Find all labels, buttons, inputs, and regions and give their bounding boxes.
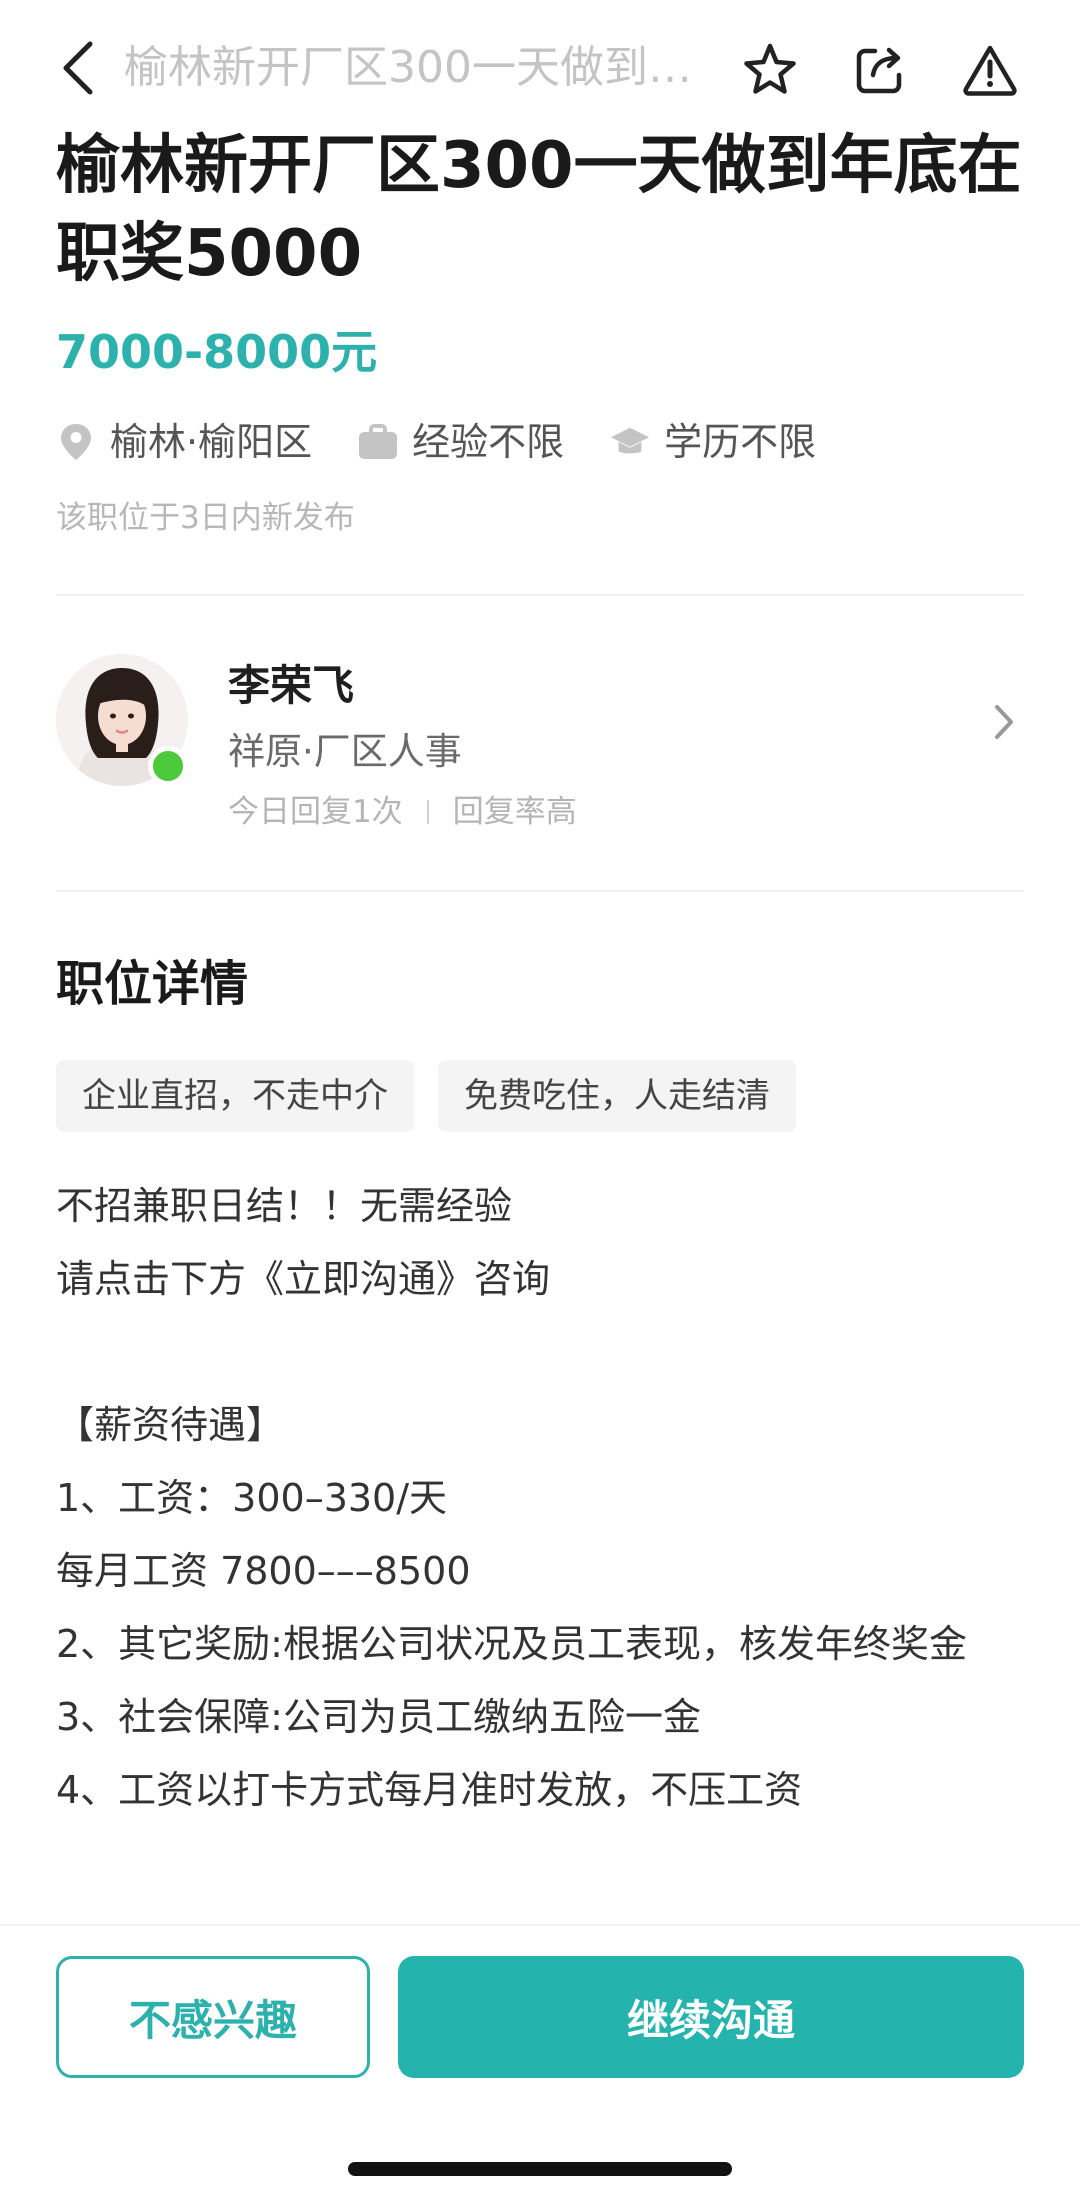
- job-detail-page: 榆林新开厂区300一天做到… 榆林新开厂区300一天做到年底在职奖5000 70…: [0, 0, 1080, 2201]
- top-nav: 榆林新开厂区300一天做到…: [0, 28, 1080, 108]
- description-line: [56, 1316, 1016, 1389]
- experience-meta: 经验不限: [358, 412, 564, 472]
- description-line: 1、工资：300–330/天: [56, 1476, 448, 1520]
- recruiter-card[interactable]: 李荣飞 祥原·厂区人事 今日回复1次 回复率高: [56, 640, 1024, 830]
- graduation-cap-icon: [610, 422, 650, 462]
- posted-time: 该职位于3日内新发布: [56, 500, 355, 536]
- recruiter-name: 李荣飞: [228, 661, 355, 710]
- nav-title: 榆林新开厂区300一天做到…: [124, 42, 692, 93]
- location-text: 榆林·榆阳区: [110, 420, 313, 464]
- location-pin-icon: [56, 422, 96, 462]
- recruiter-company: 祥原·厂区人事: [228, 730, 462, 773]
- not-interested-button[interactable]: 不感兴趣: [56, 1956, 370, 2078]
- tag: 企业直招，不走中介: [56, 1060, 414, 1132]
- tag-list: 企业直招，不走中介 免费吃住，人走结清: [56, 1060, 820, 1132]
- avatar: [56, 654, 188, 786]
- tag: 免费吃住，人走结清: [438, 1060, 796, 1132]
- reply-rate: 回复率高: [452, 794, 577, 830]
- education-meta: 学历不限: [610, 412, 816, 472]
- stats-separator: [426, 800, 429, 824]
- home-indicator: [348, 2162, 732, 2176]
- continue-chat-button[interactable]: 继续沟通: [398, 1956, 1024, 2078]
- experience-text: 经验不限: [412, 420, 565, 464]
- description-line: 4、工资以打卡方式每月准时发放，不压工资: [56, 1768, 803, 1812]
- chevron-right-icon: [984, 692, 1024, 752]
- bottom-action-bar: 不感兴趣 继续沟通: [0, 1924, 1080, 2201]
- briefcase-icon: [358, 422, 398, 462]
- job-meta: 榆林·榆阳区 经验不限 学历不限: [56, 412, 862, 472]
- description-line: 3、社会保障:公司为员工缴纳五险一金: [56, 1695, 701, 1739]
- description-line: 2、其它奖励:根据公司状况及员工表现，核发年终奖金: [56, 1622, 967, 1666]
- reply-count: 今日回复1次: [228, 794, 403, 830]
- star-icon: [744, 43, 796, 94]
- share-button[interactable]: [848, 38, 912, 102]
- location-meta: 榆林·榆阳区: [56, 412, 312, 472]
- report-button[interactable]: [958, 38, 1022, 102]
- divider: [56, 890, 1024, 892]
- recruiter-stats: 今日回复1次 回复率高: [228, 790, 577, 834]
- back-button[interactable]: [48, 38, 108, 98]
- description-line: 每月工资 7800–––8500: [56, 1549, 471, 1593]
- chevron-left-icon: [63, 41, 93, 95]
- description-line: 不招兼职日结！！无需经验: [56, 1184, 513, 1228]
- education-text: 学历不限: [664, 420, 817, 464]
- divider: [56, 594, 1024, 596]
- favorite-button[interactable]: [738, 38, 802, 102]
- share-icon: [856, 47, 902, 94]
- salary: 7000-8000元: [56, 325, 378, 379]
- job-title: 榆林新开厂区300一天做到年底在职奖5000: [56, 129, 1022, 291]
- job-description: 不招兼职日结！！无需经验 请点击下方《立即沟通》咨询 【薪资待遇】 1、工资：3…: [56, 1170, 1016, 1827]
- online-status-dot: [148, 746, 188, 786]
- description-line: 【薪资待遇】: [56, 1403, 285, 1447]
- section-title-details: 职位详情: [56, 956, 249, 1012]
- description-line: 请点击下方《立即沟通》咨询: [56, 1257, 551, 1301]
- alert-icon: [963, 45, 1017, 96]
